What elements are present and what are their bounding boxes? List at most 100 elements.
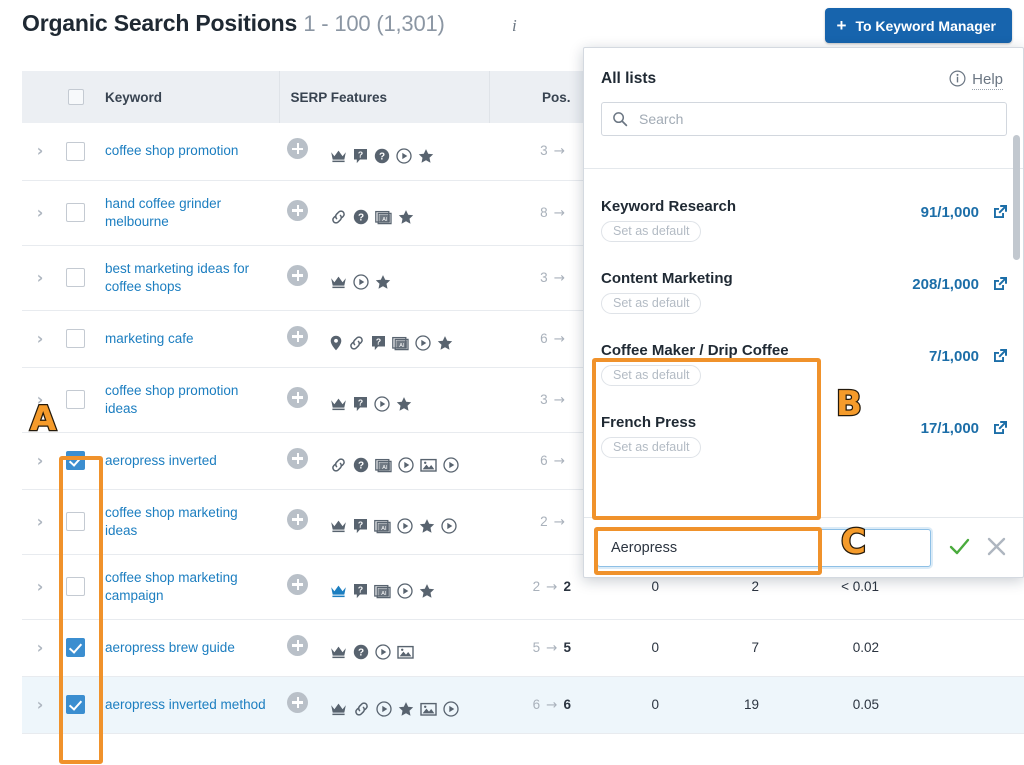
- header-keyword[interactable]: Keyword: [94, 71, 279, 123]
- keyword-cell[interactable]: coffee shop promotion: [94, 123, 279, 180]
- row-select-cell[interactable]: [58, 367, 94, 432]
- list-item[interactable]: Content MarketingSet as default208/1,000: [584, 260, 1024, 332]
- open-list-icon[interactable]: [992, 347, 1009, 367]
- keyword-cell[interactable]: coffee shop promotion ideas: [94, 367, 279, 432]
- image-pack-icon[interactable]: Al: [375, 457, 398, 472]
- add-keyword-icon[interactable]: [287, 200, 308, 221]
- crown-icon[interactable]: [330, 518, 353, 533]
- expand-row-toggle[interactable]: ›: [22, 310, 58, 367]
- expand-row-toggle[interactable]: ›: [22, 123, 58, 180]
- open-list-icon[interactable]: [992, 419, 1009, 439]
- image-pack-icon[interactable]: Al: [392, 335, 415, 350]
- link-icon[interactable]: [353, 701, 376, 716]
- check-icon[interactable]: [948, 535, 971, 561]
- keyword-cell[interactable]: hand coffee grinder melbourne: [94, 180, 279, 245]
- row-checkbox[interactable]: [66, 390, 85, 409]
- select-all-checkbox[interactable]: [68, 89, 84, 105]
- featured-snippet-icon[interactable]: ?: [353, 147, 374, 162]
- keyword-cell[interactable]: aeropress inverted method: [94, 676, 279, 733]
- header-position[interactable]: Pos.: [489, 71, 584, 123]
- add-keyword-icon[interactable]: [287, 448, 308, 469]
- row-checkbox[interactable]: [66, 577, 85, 596]
- row-checkbox[interactable]: [66, 203, 85, 222]
- close-icon[interactable]: [985, 535, 1008, 561]
- featured-snippet-icon[interactable]: ?: [371, 335, 392, 350]
- add-keyword-icon[interactable]: [287, 138, 308, 159]
- keyword-text[interactable]: coffee shop marketing ideas: [105, 505, 238, 538]
- expand-row-toggle[interactable]: ›: [22, 489, 58, 554]
- video-icon[interactable]: [441, 518, 463, 533]
- video-icon[interactable]: [397, 583, 419, 598]
- star-icon[interactable]: [419, 518, 441, 533]
- open-list-icon[interactable]: [992, 275, 1009, 295]
- local-pack-icon[interactable]: [330, 335, 348, 350]
- keyword-cell[interactable]: marketing cafe: [94, 310, 279, 367]
- images-icon[interactable]: [420, 701, 443, 716]
- keyword-text[interactable]: aeropress inverted method: [105, 697, 266, 712]
- question-icon[interactable]: ?: [353, 209, 375, 224]
- featured-snippet-icon[interactable]: ?: [353, 583, 374, 598]
- keyword-text[interactable]: best marketing ideas for coffee shops: [105, 261, 249, 294]
- link-icon[interactable]: [330, 457, 353, 472]
- keyword-text[interactable]: coffee shop marketing campaign: [105, 570, 238, 603]
- image-pack-icon[interactable]: Al: [375, 209, 398, 224]
- list-item[interactable]: Set as default43/1,000: [584, 169, 1024, 188]
- expand-row-toggle[interactable]: ›: [22, 367, 58, 432]
- keyword-cell[interactable]: coffee shop marketing campaign: [94, 554, 279, 619]
- row-checkbox[interactable]: [66, 638, 85, 657]
- expand-row-toggle[interactable]: ›: [22, 180, 58, 245]
- video-icon[interactable]: [443, 457, 465, 472]
- video-icon[interactable]: [353, 274, 375, 289]
- add-keyword-icon[interactable]: [287, 326, 308, 347]
- star-icon[interactable]: [375, 274, 397, 289]
- expand-row-toggle[interactable]: ›: [22, 676, 58, 733]
- video-icon[interactable]: [396, 147, 418, 162]
- video-icon[interactable]: [443, 701, 465, 716]
- crown-icon[interactable]: [330, 644, 353, 659]
- keyword-text[interactable]: coffee shop promotion ideas: [105, 383, 238, 416]
- expand-row-toggle[interactable]: ›: [22, 619, 58, 676]
- lists-container[interactable]: Set as default43/1,000Keyword ResearchSe…: [584, 169, 1024, 519]
- expand-row-toggle[interactable]: ›: [22, 245, 58, 310]
- row-select-cell[interactable]: [58, 554, 94, 619]
- add-keyword-icon[interactable]: [287, 635, 308, 656]
- featured-snippet-icon[interactable]: ?: [353, 518, 374, 533]
- row-select-cell[interactable]: [58, 123, 94, 180]
- to-keyword-manager-button[interactable]: + To Keyword Manager: [825, 8, 1012, 43]
- crown-icon[interactable]: [330, 701, 353, 716]
- star-icon[interactable]: [398, 701, 420, 716]
- add-keyword-icon[interactable]: [287, 387, 308, 408]
- add-keyword-icon[interactable]: [287, 692, 308, 713]
- set-as-default-button[interactable]: Set as default: [601, 437, 701, 458]
- featured-snippet-icon[interactable]: ?: [353, 396, 374, 411]
- image-pack-icon[interactable]: Al: [374, 518, 397, 533]
- list-item[interactable]: Coffee Maker / Drip CoffeeSet as default…: [584, 332, 1024, 404]
- keyword-text[interactable]: aeropress inverted: [105, 453, 217, 468]
- star-icon[interactable]: [419, 583, 441, 598]
- row-checkbox[interactable]: [66, 268, 85, 287]
- crown-icon[interactable]: [330, 147, 353, 162]
- popup-scrollbar[interactable]: [1013, 135, 1020, 260]
- video-icon[interactable]: [376, 701, 398, 716]
- question-icon[interactable]: ?: [353, 457, 375, 472]
- header-serp-features[interactable]: SERP Features: [279, 71, 489, 123]
- star-icon[interactable]: [396, 396, 418, 411]
- list-item[interactable]: French PressSet as default17/1,000: [584, 404, 1024, 476]
- set-as-default-button[interactable]: Set as default: [601, 365, 701, 386]
- star-icon[interactable]: [398, 209, 420, 224]
- keyword-cell[interactable]: coffee shop marketing ideas: [94, 489, 279, 554]
- star-icon[interactable]: [437, 335, 459, 350]
- row-checkbox[interactable]: [66, 695, 85, 714]
- add-keyword-icon[interactable]: [287, 509, 308, 530]
- row-select-cell[interactable]: [58, 432, 94, 489]
- new-list-input-wrap[interactable]: [597, 529, 931, 567]
- video-icon[interactable]: [398, 457, 420, 472]
- link-icon[interactable]: [330, 209, 353, 224]
- row-checkbox[interactable]: [66, 142, 85, 161]
- help-link[interactable]: Help: [949, 70, 1003, 91]
- video-icon[interactable]: [397, 518, 419, 533]
- open-list-icon[interactable]: [992, 203, 1009, 223]
- table-row[interactable]: ›aeropress brew guide?5→5070.02: [22, 619, 1024, 676]
- row-checkbox[interactable]: [66, 329, 85, 348]
- row-checkbox[interactable]: [66, 451, 85, 470]
